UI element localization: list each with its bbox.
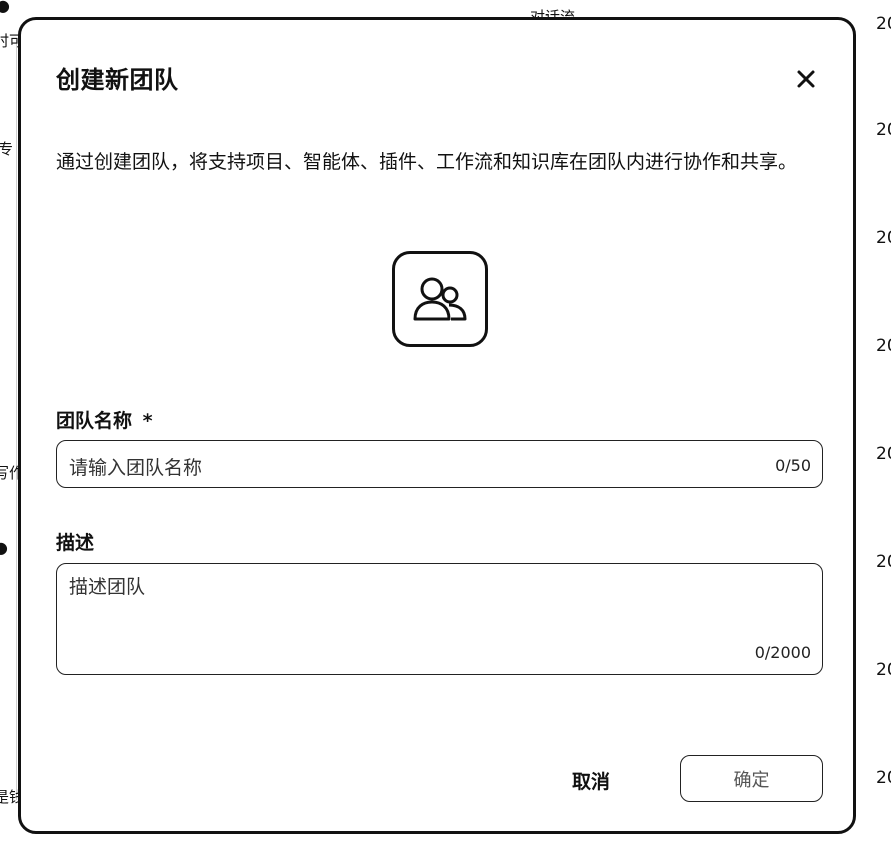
screen: ● 时可 专 写作 ● 是钱 对话流 20 20 20 20 20 20 20 … xyxy=(0,0,891,856)
description-label: 描述 xyxy=(56,532,95,554)
team-name-placeholder: 请输入团队名称 xyxy=(69,457,203,479)
dialog-title: 创建新团队 xyxy=(56,66,179,94)
team-name-input[interactable]: 请输入团队名称 0/50 xyxy=(56,440,823,488)
confirm-button[interactable]: 确定 xyxy=(680,755,823,802)
create-team-dialog: 创建新团队 通过创建团队，将支持项目、智能体、插件、工作流和知识库在团队内进行协… xyxy=(18,17,856,834)
background-date: 20 xyxy=(876,14,891,34)
team-name-counter: 0/50 xyxy=(775,456,811,475)
background-icon-fragment: ● xyxy=(0,538,8,557)
background-divider xyxy=(16,40,17,800)
background-date: 20 xyxy=(876,228,891,248)
description-textarea[interactable]: 描述团队 0/2000 xyxy=(56,563,823,675)
required-mark: * xyxy=(142,410,153,432)
background-date: 20 xyxy=(876,768,891,788)
team-users-icon xyxy=(413,277,467,321)
background-text-fragment: 专 xyxy=(0,140,14,158)
cancel-button[interactable]: 取消 xyxy=(551,758,631,802)
team-avatar-picker[interactable] xyxy=(392,251,488,347)
background-date: 20 xyxy=(876,120,891,140)
description-counter: 0/2000 xyxy=(754,643,811,662)
close-icon xyxy=(797,70,815,88)
team-name-label-text: 团队名称 xyxy=(56,410,133,432)
background-date: 20 xyxy=(876,660,891,680)
background-date: 20 xyxy=(876,444,891,464)
background-date: 20 xyxy=(876,552,891,572)
dialog-description: 通过创建团队，将支持项目、智能体、插件、工作流和知识库在团队内进行协作和共享。 xyxy=(56,151,798,173)
close-button[interactable] xyxy=(791,64,821,94)
background-date: 20 xyxy=(876,336,891,356)
background-icon-fragment: ● xyxy=(0,0,10,15)
description-placeholder: 描述团队 xyxy=(69,576,146,598)
team-name-label: 团队名称 * xyxy=(56,406,153,433)
